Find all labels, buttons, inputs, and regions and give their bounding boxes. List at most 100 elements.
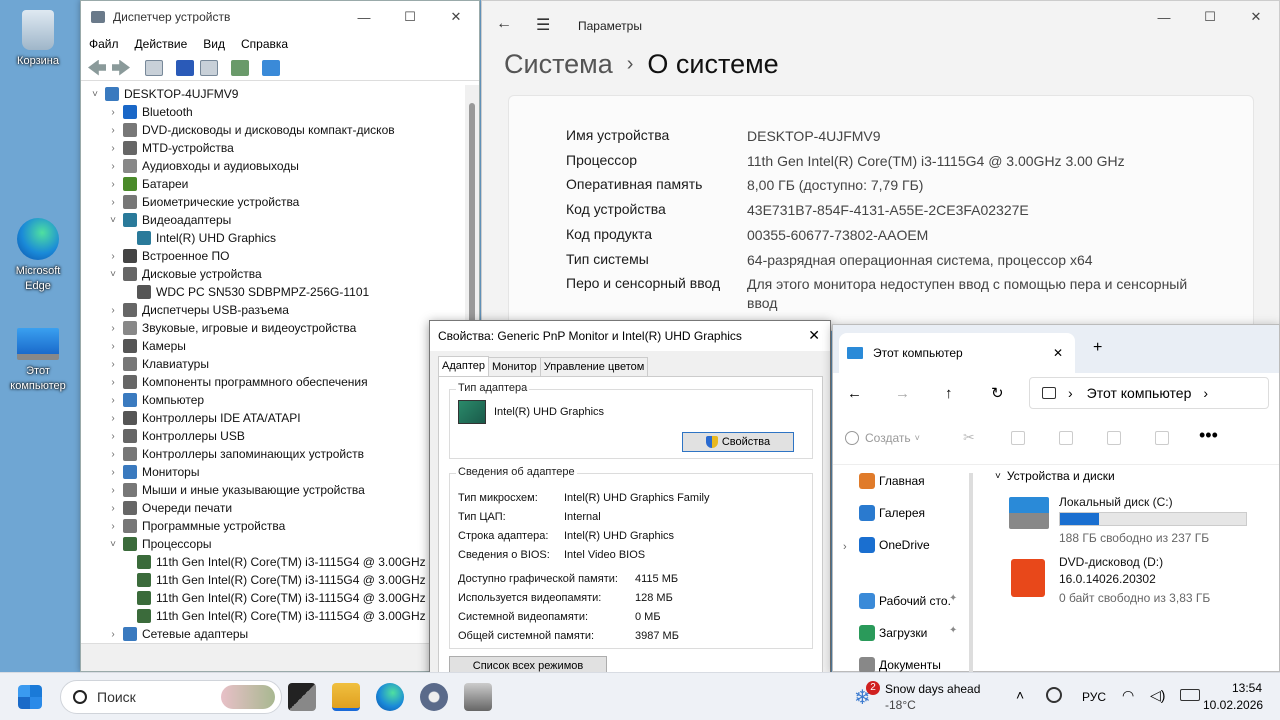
tree-device[interactable]: WDC PC SN530 SDBPMPZ-256G-1101	[81, 283, 467, 301]
wifi-icon[interactable]: ◠	[1122, 687, 1134, 704]
tree-category[interactable]: › Встроенное ПО	[81, 247, 467, 265]
tree-category[interactable]: ˅ Процессоры	[81, 535, 467, 553]
input-language[interactable]: РУС	[1082, 690, 1106, 704]
properties-button[interactable]: Свойства	[682, 432, 794, 452]
tree-category[interactable]: › Программные устройства	[81, 517, 467, 535]
battery-icon[interactable]	[1180, 689, 1200, 701]
details-icon[interactable]	[200, 59, 218, 76]
tree-device[interactable]: 11th Gen Intel(R) Core(TM) i3-1115G4 @ 3…	[81, 553, 467, 571]
tree-category[interactable]: › DVD-дисководы и дисководы компакт-диско…	[81, 121, 467, 139]
task-view-icon[interactable]	[288, 683, 316, 711]
more-options-icon[interactable]: •••	[1199, 425, 1218, 446]
expand-chevron-icon[interactable]: ›	[107, 107, 119, 118]
collapse-chevron-icon[interactable]: ˅	[107, 269, 119, 280]
paste-icon[interactable]	[1059, 431, 1073, 445]
hamburger-menu-icon[interactable]: ☰	[536, 15, 550, 35]
settings-gear-icon[interactable]	[420, 683, 448, 711]
nav-item[interactable]: Главная	[859, 473, 925, 489]
back-button[interactable]: ←	[496, 15, 512, 33]
new-tab-icon[interactable]: +	[1093, 339, 1102, 357]
expand-chevron-icon[interactable]: ›	[107, 521, 119, 532]
chevron-up-icon[interactable]: ˄	[1016, 687, 1024, 703]
scan-hardware-icon[interactable]	[231, 59, 249, 76]
nav-item[interactable]: Галерея	[859, 505, 925, 521]
tree-category[interactable]: › Камеры	[81, 337, 467, 355]
tab-monitor[interactable]: Монитор	[487, 357, 541, 377]
tree-category[interactable]: › Очереди печати	[81, 499, 467, 517]
expand-chevron-icon[interactable]: ›	[107, 503, 119, 514]
expand-chevron-icon[interactable]: ›	[107, 305, 119, 316]
section-header[interactable]: ˅ Устройства и диски	[995, 469, 1115, 483]
desktop-icon-edge[interactable]: Microsoft Edge	[2, 218, 74, 294]
chevron-right-icon[interactable]: ›	[843, 541, 847, 553]
expand-chevron-icon[interactable]: ›	[107, 467, 119, 478]
expand-chevron-icon[interactable]: ›	[107, 341, 119, 352]
share-icon[interactable]	[1155, 431, 1169, 445]
close-tab-icon[interactable]: ✕	[1053, 346, 1063, 360]
expand-chevron-icon[interactable]: ›	[107, 485, 119, 496]
tree-category[interactable]: ˅ Видеоадаптеры	[81, 211, 467, 229]
tree-category[interactable]: ˅ Дисковые устройства	[81, 265, 467, 283]
network-off-icon[interactable]	[1046, 687, 1062, 703]
desktop-icon-recycle-bin[interactable]: Корзина	[2, 10, 74, 69]
tree-device[interactable]: 11th Gen Intel(R) Core(TM) i3-1115G4 @ 3…	[81, 571, 467, 589]
tree-category[interactable]: › Сетевые адаптеры	[81, 625, 467, 643]
collapse-chevron-icon[interactable]: ˅	[89, 89, 101, 100]
address-bar[interactable]: › Этот компьютер ›	[1029, 377, 1269, 409]
tree-category[interactable]: › Контроллеры запоминающих устройств	[81, 445, 467, 463]
tree-device[interactable]: 11th Gen Intel(R) Core(TM) i3-1115G4 @ 3…	[81, 589, 467, 607]
windows-start-icon[interactable]	[18, 685, 42, 709]
expand-chevron-icon[interactable]: ›	[107, 359, 119, 370]
tab-color-management[interactable]: Управление цветом	[539, 357, 649, 377]
file-explorer-icon[interactable]	[332, 683, 360, 711]
expand-chevron-icon[interactable]: ›	[107, 449, 119, 460]
expand-chevron-icon[interactable]: ›	[107, 125, 119, 136]
expand-chevron-icon[interactable]: ›	[107, 431, 119, 442]
forward-arrow-icon[interactable]	[112, 59, 130, 76]
tree-category[interactable]: › Контроллеры USB	[81, 427, 467, 445]
nav-item[interactable]: Документы	[859, 657, 941, 673]
tree-device[interactable]: Intel(R) UHD Graphics	[81, 229, 467, 247]
desktop-icon-this-pc[interactable]: Этот компьютер	[2, 328, 74, 394]
menu-action[interactable]: Действие	[135, 37, 188, 51]
properties-view-icon[interactable]	[145, 59, 163, 76]
horizontal-scrollbar[interactable]	[81, 643, 479, 671]
collapse-chevron-icon[interactable]: ˅	[107, 539, 119, 550]
tree-category[interactable]: › Диспетчеры USB-разъема	[81, 301, 467, 319]
tree-category[interactable]: › Биометрические устройства	[81, 193, 467, 211]
maximize-button[interactable]: ☐	[387, 1, 433, 33]
back-icon[interactable]: ←	[847, 385, 862, 402]
tree-category[interactable]: › Компоненты программного обеспечения	[81, 373, 467, 391]
device-manager-taskbar-icon[interactable]	[464, 683, 492, 711]
tree-category[interactable]: › Контроллеры IDE ATA/ATAPI	[81, 409, 467, 427]
nav-item[interactable]: Загрузки	[859, 625, 927, 641]
minimize-button[interactable]: —	[341, 1, 387, 33]
search-box[interactable]: Поиск	[60, 680, 282, 714]
tree-category[interactable]: › Звуковые, игровые и видеоустройства	[81, 319, 467, 337]
expand-chevron-icon[interactable]: ›	[107, 161, 119, 172]
tree-device[interactable]: 11th Gen Intel(R) Core(TM) i3-1115G4 @ 3…	[81, 607, 467, 625]
back-arrow-icon[interactable]	[88, 59, 106, 76]
tree-root[interactable]: ˅ DESKTOP-4UJFMV9	[81, 85, 467, 103]
expand-chevron-icon[interactable]: ›	[107, 377, 119, 388]
rename-icon[interactable]	[1107, 431, 1121, 445]
nav-item[interactable]: OneDrive	[859, 537, 930, 553]
edge-icon[interactable]	[376, 683, 404, 711]
expand-chevron-icon[interactable]: ›	[107, 629, 119, 640]
tab-adapter[interactable]: Адаптер	[438, 356, 489, 376]
minimize-button[interactable]: —	[1141, 1, 1187, 33]
tree-category[interactable]: › Компьютер	[81, 391, 467, 409]
copy-icon[interactable]	[1011, 431, 1025, 445]
tree-category[interactable]: › Клавиатуры	[81, 355, 467, 373]
close-icon[interactable]: ✕	[808, 327, 820, 344]
refresh-icon[interactable]: ↻	[991, 384, 1004, 402]
close-button[interactable]: ✕	[1233, 1, 1279, 33]
monitor-toolbar-icon[interactable]	[262, 59, 280, 76]
menu-view[interactable]: Вид	[203, 37, 225, 51]
collapse-chevron-icon[interactable]: ˅	[107, 215, 119, 226]
expand-chevron-icon[interactable]: ›	[107, 395, 119, 406]
volume-icon[interactable]: ◁)	[1150, 687, 1165, 704]
expand-chevron-icon[interactable]: ›	[107, 251, 119, 262]
tree-category[interactable]: › Мониторы	[81, 463, 467, 481]
tree-category[interactable]: › MTD-устройства	[81, 139, 467, 157]
